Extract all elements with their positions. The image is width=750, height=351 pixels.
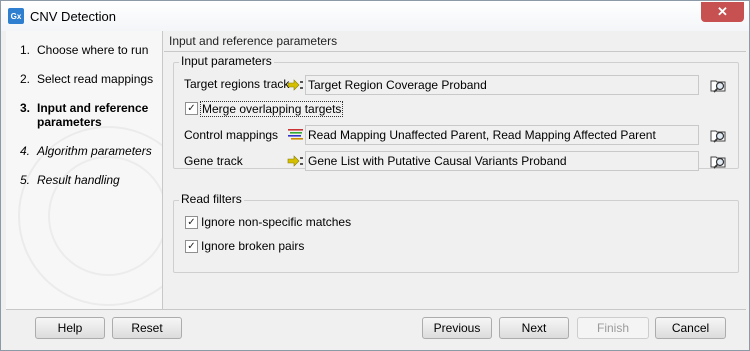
finish-button[interactable]: Finish	[577, 317, 649, 339]
merge-overlapping-checkbox[interactable]: ✓	[185, 102, 198, 115]
close-button[interactable]: ✕	[701, 2, 744, 22]
gene-track-label: Gene track	[184, 154, 243, 168]
target-regions-field[interactable]: Target Region Coverage Proband	[305, 75, 699, 95]
cancel-button[interactable]: Cancel	[655, 317, 726, 339]
read-mapping-icon	[287, 128, 304, 140]
step-label: Algorithm parameters	[37, 144, 152, 158]
browse-folder-icon[interactable]	[709, 125, 729, 145]
input-parameters-group: Input parameters Target regions track Ta…	[173, 54, 739, 171]
step-label: Result handling	[37, 173, 120, 187]
target-regions-label: Target regions track	[184, 77, 290, 91]
dialog-window: Gx CNV Detection ✕ 1. Choose where to ru…	[0, 0, 750, 351]
reset-button[interactable]: Reset	[112, 317, 182, 339]
previous-button[interactable]: Previous	[422, 317, 492, 339]
ignore-nonspecific-checkbox[interactable]: ✓	[185, 216, 198, 229]
title-bar: Gx CNV Detection ✕	[1, 1, 749, 31]
step-algorithm-parameters: 4. Algorithm parameters	[20, 144, 152, 158]
page-title: Input and reference parameters	[169, 34, 338, 48]
header-divider	[164, 51, 746, 52]
ignore-nonspecific-label[interactable]: Ignore non-specific matches	[201, 215, 351, 229]
step-label: Select read mappings	[37, 72, 154, 86]
browse-folder-icon[interactable]	[709, 75, 729, 95]
group-title: Read filters	[179, 192, 244, 206]
ignore-broken-pairs-checkbox[interactable]: ✓	[185, 240, 198, 253]
browse-folder-icon[interactable]	[709, 151, 729, 171]
step-select-read-mappings: 2. Select read mappings	[20, 72, 154, 86]
step-choose-where-to-run: 1. Choose where to run	[20, 43, 149, 57]
ignore-broken-pairs-label[interactable]: Ignore broken pairs	[201, 239, 304, 253]
footer-divider	[6, 309, 746, 310]
group-title: Input parameters	[179, 54, 274, 68]
gene-track-field[interactable]: Gene List with Putative Causal Variants …	[305, 151, 699, 171]
step-label: Input and reference parameters	[37, 101, 149, 129]
step-result-handling: 5. Result handling	[20, 173, 120, 187]
step-input-reference-parameters: 3. Input and reference parameters	[20, 101, 160, 129]
track-icon	[287, 155, 304, 167]
step-label: Choose where to run	[37, 43, 149, 57]
wizard-steps-panel: 1. Choose where to run 2. Select read ma…	[6, 31, 163, 309]
merge-overlapping-label[interactable]: Merge overlapping targets	[200, 101, 344, 117]
window-title: CNV Detection	[30, 8, 116, 24]
control-mappings-field[interactable]: Read Mapping Unaffected Parent, Read Map…	[305, 125, 699, 145]
next-button[interactable]: Next	[499, 317, 569, 339]
control-mappings-label: Control mappings	[184, 128, 279, 142]
help-button[interactable]: Help	[35, 317, 105, 339]
main-panel: Input and reference parameters Input par…	[164, 31, 746, 309]
read-filters-group: Read filters ✓ Ignore non-specific match…	[173, 192, 739, 273]
app-icon: Gx	[8, 8, 24, 24]
track-icon	[287, 79, 304, 91]
